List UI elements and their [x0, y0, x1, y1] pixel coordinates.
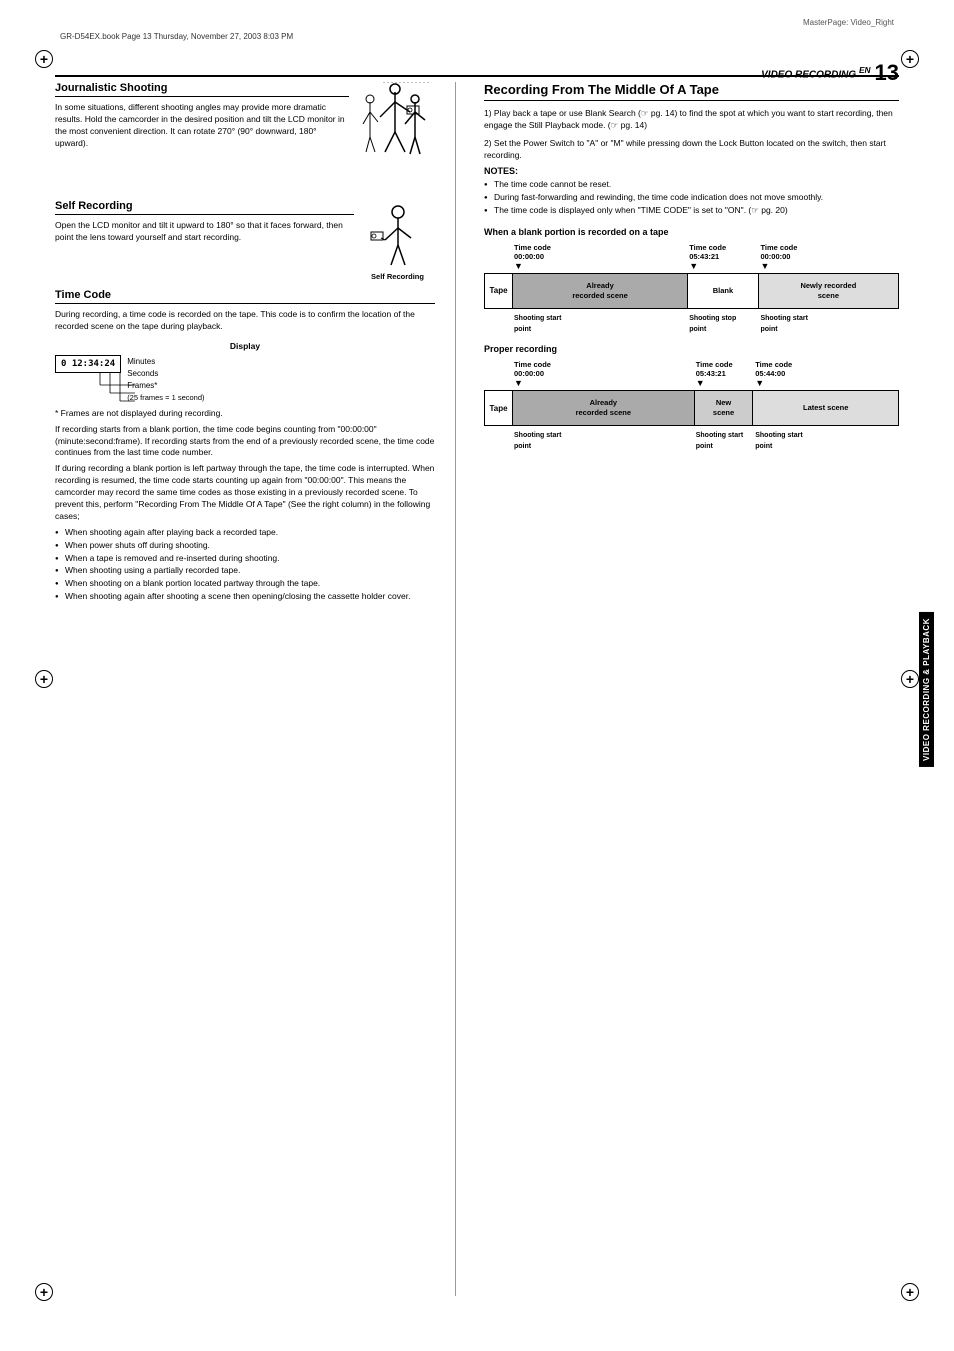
corner-mark-top-right: [901, 50, 919, 68]
blank-newly-cell: Newly recordedscene: [759, 274, 898, 308]
proper-sp-3: Shooting startpoint: [753, 429, 899, 451]
asterisk-note: * Frames are not displayed during record…: [55, 408, 435, 420]
blank-tape-title: When a blank portion is recorded on a ta…: [484, 227, 899, 237]
journalistic-body: In some situations, different shooting a…: [55, 102, 349, 150]
content-area: Journalistic Shooting In some situations…: [55, 82, 899, 1296]
timecode-figure: 0 12:34:24: [55, 355, 435, 402]
right-section-title: Recording From The Middle Of A Tape: [484, 82, 899, 101]
blank-tc-cell-2: Time code 05:43:21 ▼: [687, 243, 758, 271]
note-item: The time code cannot be reset.: [484, 179, 899, 191]
self-recording-title: Self Recording: [55, 200, 354, 215]
timecode-display-wrap: Display 0 12:34:24: [55, 341, 435, 402]
blank-already-cell: Alreadyrecorded scene: [513, 274, 688, 308]
proper-sp-1: Shooting startpoint: [512, 429, 694, 451]
en-label: EN: [859, 65, 871, 75]
proper-sp-2: Shooting startpoint: [694, 429, 754, 451]
bullet-item: When shooting again after playing back a…: [55, 527, 435, 539]
corner-mark-top-left: [35, 50, 53, 68]
column-divider: [455, 82, 456, 1296]
bullet-item: When shooting again after shooting a sce…: [55, 591, 435, 603]
blank-tc-cell-3: Time code 00:00:00 ▼: [758, 243, 899, 271]
blank-tape-label: Tape: [485, 274, 513, 308]
note-item: During fast-forwarding and rewinding, th…: [484, 192, 899, 204]
notes-list: The time code cannot be reset. During fa…: [484, 179, 899, 217]
proper-tc-cell-2: Time code 05:43:21 ▼: [694, 360, 754, 388]
header-line: [55, 75, 899, 77]
proper-latest-cell: Latest scene: [753, 391, 898, 425]
time-code-section: Time Code During recording, a time code …: [55, 289, 435, 603]
proper-tape-bar: Tape Alreadyrecorded scene Newscene Late…: [484, 390, 899, 426]
corner-mark-mid-left: [35, 670, 53, 688]
display-label: Display: [55, 341, 435, 351]
time-code-body1: During recording, a time code is recorde…: [55, 309, 435, 333]
journalistic-figure-svg: [355, 82, 435, 192]
bullet-item: When a tape is removed and re-inserted d…: [55, 553, 435, 565]
corner-mark-bottom-left: [35, 1283, 53, 1301]
video-recording-label: VIDEO RECORDING EN: [761, 65, 870, 80]
time-code-body2: If recording starts from a blank portion…: [55, 424, 435, 460]
frames-label: Frames*: [127, 381, 204, 390]
blank-tc-header: Time code 00:00:00 ▼ Time code 05:43:21 …: [484, 243, 899, 271]
self-recording-body: Open the LCD monitor and tilt it upward …: [55, 220, 354, 244]
self-recording-svg: [363, 200, 433, 270]
file-info: GR-D54EX.book Page 13 Thursday, November…: [60, 32, 293, 41]
journalistic-section: Journalistic Shooting In some situations…: [55, 82, 435, 192]
blank-sp-2: Shooting stoppoint: [687, 312, 758, 334]
left-column: Journalistic Shooting In some situations…: [55, 82, 435, 1296]
proper-tape-label: Tape: [485, 391, 513, 425]
sidebar-vertical: VIDEO RECORDING & PLAYBACK: [916, 82, 936, 1296]
proper-tc-cell-1: Time code 00:00:00 ▼: [512, 360, 694, 388]
time-code-body3: If during recording a blank portion is l…: [55, 463, 435, 522]
master-page-label: MasterPage: Video_Right: [803, 18, 894, 27]
self-recording-text: Self Recording Open the LCD monitor and …: [55, 200, 354, 281]
note-item: The time code is displayed only when "TI…: [484, 205, 899, 217]
proper-already-cell: Alreadyrecorded scene: [513, 391, 695, 425]
timecode-box: 0 12:34:24: [55, 355, 121, 373]
right-column: Recording From The Middle Of A Tape 1) P…: [476, 82, 899, 1296]
journalistic-text: Journalistic Shooting In some situations…: [55, 82, 349, 192]
page: MasterPage: Video_Right GR-D54EX.book Pa…: [0, 0, 954, 1351]
proper-new-cell: Newscene: [695, 391, 754, 425]
blank-blank-cell: Blank: [688, 274, 759, 308]
notes-title: NOTES:: [484, 166, 899, 176]
bullet-item: When shooting on a blank portion located…: [55, 578, 435, 590]
self-recording-section: Self Recording Open the LCD monitor and …: [55, 200, 435, 281]
blank-tape-bar: Tape Alreadyrecorded scene Blank Newly r…: [484, 273, 899, 309]
bullet-item: When power shuts off during shooting.: [55, 540, 435, 552]
self-recording-figure: Self Recording: [360, 200, 435, 281]
time-code-title: Time Code: [55, 289, 435, 304]
minutes-label: Minutes: [127, 357, 204, 366]
proper-tape-title: Proper recording: [484, 344, 899, 354]
journalistic-figure: [355, 82, 435, 192]
blank-tape-section: When a blank portion is recorded on a ta…: [484, 227, 899, 334]
time-code-bullet-list: When shooting again after playing back a…: [55, 527, 435, 603]
timecode-box-wrap: 0 12:34:24: [55, 355, 121, 373]
proper-tc-cell-3: Time code 05:44:00 ▼: [753, 360, 899, 388]
step-1-text: 1) Play back a tape or use Blank Search …: [484, 107, 899, 132]
journalistic-title: Journalistic Shooting: [55, 82, 349, 97]
blank-sp-1: Shooting startpoint: [512, 312, 687, 334]
self-recording-label: Self Recording: [371, 272, 424, 281]
blank-shooting-row: Shooting startpoint Shooting stoppoint S…: [484, 312, 899, 334]
proper-tape-section: Proper recording Time code 00:00:00 ▼ Ti…: [484, 344, 899, 451]
timecode-labels: Minutes Seconds Frames* (25 frames = 1 s…: [127, 355, 204, 402]
proper-tc-header: Time code 00:00:00 ▼ Time code 05:43:21 …: [484, 360, 899, 388]
sidebar-vertical-text: VIDEO RECORDING & PLAYBACK: [919, 612, 934, 767]
step-2-text: 2) Set the Power Switch to "A" or "M" wh…: [484, 137, 899, 162]
bullet-item: When shooting using a partially recorded…: [55, 565, 435, 577]
seconds-label: Seconds: [127, 369, 204, 378]
frames-note: (25 frames = 1 second): [127, 393, 204, 402]
blank-sp-3: Shooting startpoint: [758, 312, 899, 334]
blank-tc-cell-1: Time code 00:00:00 ▼: [512, 243, 687, 271]
proper-shooting-row: Shooting startpoint Shooting startpoint …: [484, 429, 899, 451]
